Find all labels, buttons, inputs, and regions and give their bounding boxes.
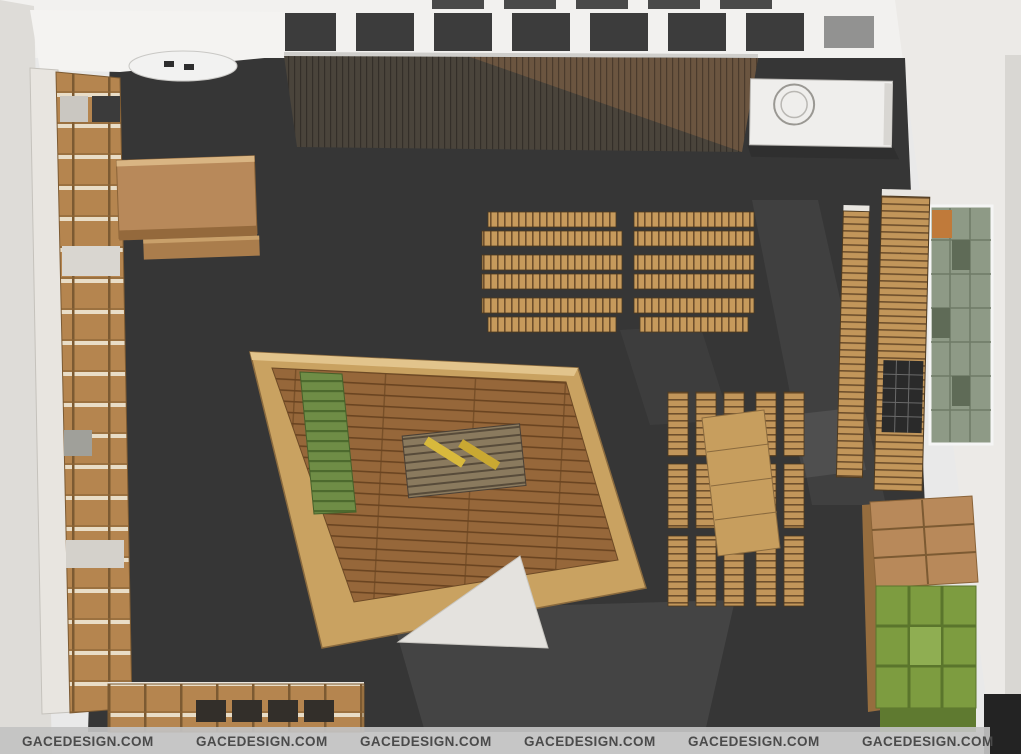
slatted-ceiling-canopy (284, 52, 758, 152)
watermark-text: GACEDESIGN.COM (524, 734, 656, 749)
ac-unit-cabinet (747, 79, 900, 160)
green-shelving-unit (862, 496, 978, 732)
poster-orange-panel (932, 210, 952, 238)
render-canvas: GACEDESIGN.COM GACEDESIGN.COM GACEDESIGN… (0, 0, 1021, 754)
bottom-cubby-shelves (108, 682, 364, 732)
ceiling-light-fixture (129, 51, 237, 81)
watermark-text: GACEDESIGN.COM (862, 734, 994, 749)
slatted-shelf-units-right (836, 188, 930, 491)
interior-render-view: GACEDESIGN.COM GACEDESIGN.COM GACEDESIGN… (0, 0, 1021, 754)
watermark-bar: GACEDESIGN.COM GACEDESIGN.COM GACEDESIGN… (0, 727, 994, 754)
watermark-text: GACEDESIGN.COM (688, 734, 820, 749)
watermark-text: GACEDESIGN.COM (360, 734, 492, 749)
slat-mat (402, 424, 526, 498)
wall-poster (930, 206, 992, 444)
watermark-text: GACEDESIGN.COM (22, 734, 154, 749)
watermark-text: GACEDESIGN.COM (196, 734, 328, 749)
compartment-grid (882, 360, 924, 433)
